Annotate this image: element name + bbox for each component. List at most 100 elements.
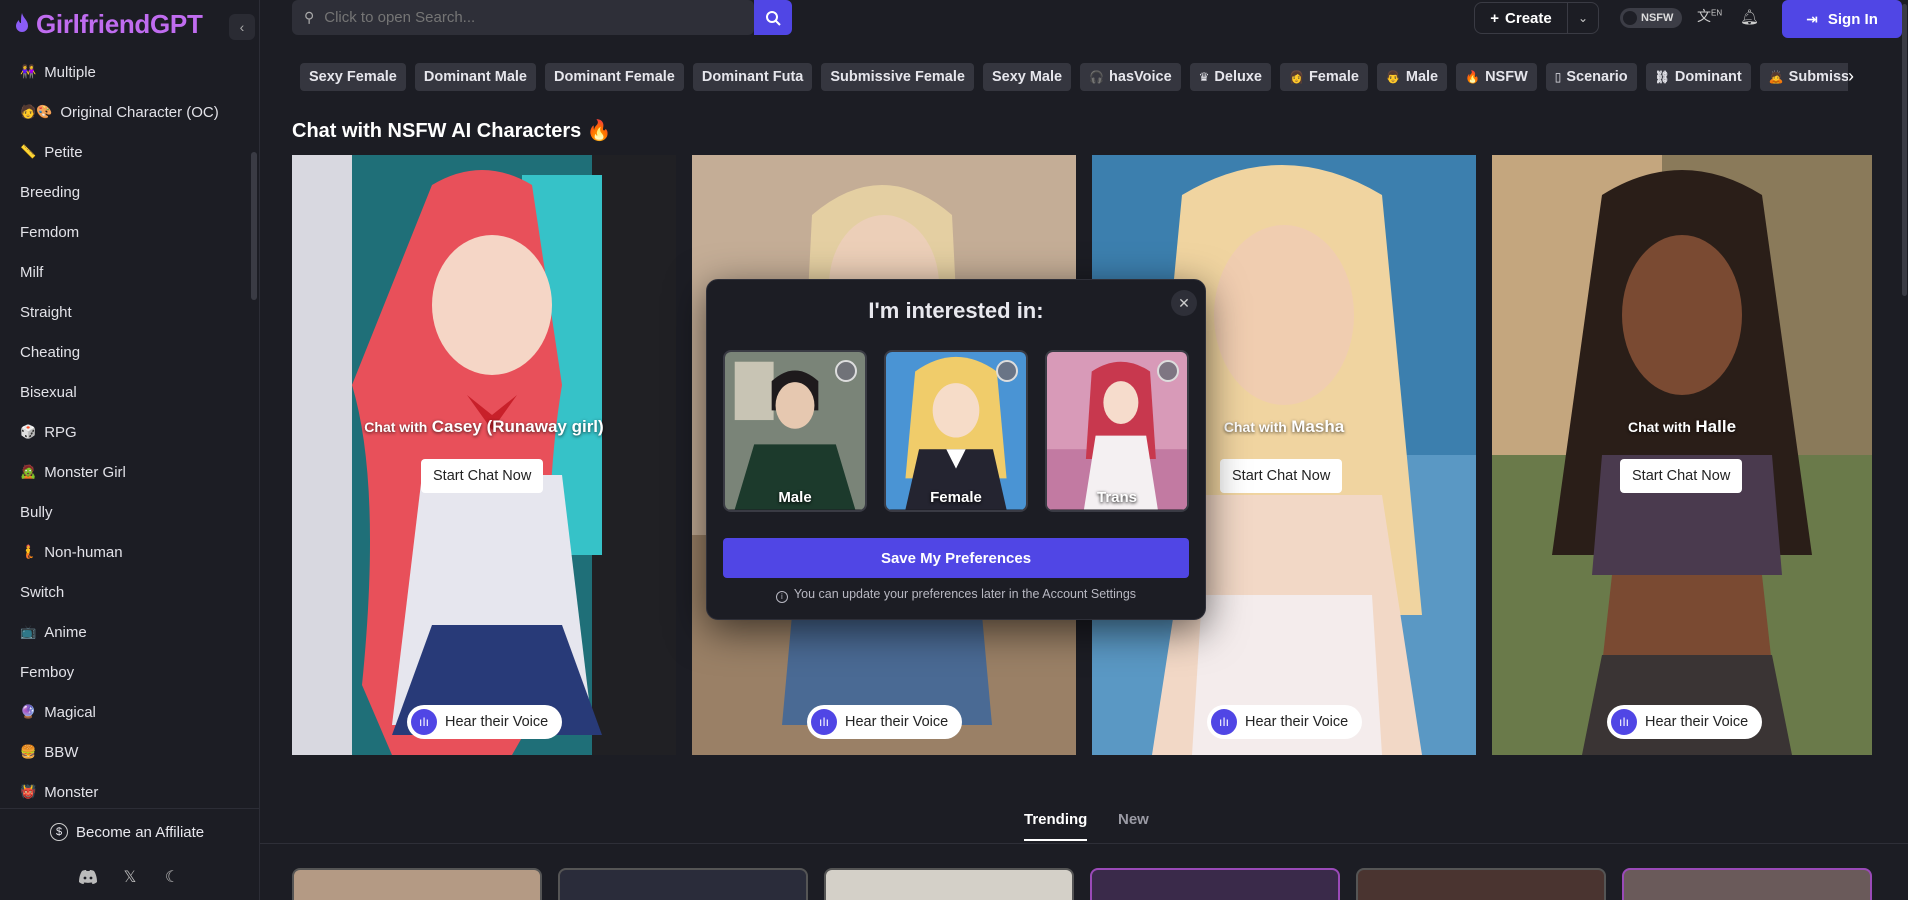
sidebar-item-breeding[interactable]: Breeding [0, 172, 252, 212]
tag-submissive[interactable]: 🙇 Submissive [1759, 63, 1848, 91]
sidebar-item-milf[interactable]: Milf [0, 252, 252, 292]
page-scrollbar[interactable] [1902, 4, 1907, 296]
category-emoji-icon: 📺 [20, 624, 37, 639]
tag-dominant[interactable]: ⛓ Dominant [1645, 63, 1751, 91]
hear-voice-label: Hear their Voice [845, 714, 949, 730]
sidebar-item-label: Monster Girl [44, 463, 126, 481]
plus-icon: + [1490, 9, 1500, 27]
sidebar-item-switch[interactable]: Switch [0, 572, 252, 612]
translate-icon: 文 [1697, 8, 1711, 24]
tag-female[interactable]: 👩 Female [1279, 63, 1368, 91]
sidebar-item-bbw[interactable]: 🍔 BBW [0, 732, 252, 772]
create-dropdown-button[interactable]: ⌄ [1567, 2, 1599, 34]
tag-label: Sexy Male [991, 69, 1063, 85]
character-thumbnail[interactable] [1356, 868, 1606, 900]
tag-dominant-futa[interactable]: Dominant Futa [692, 63, 813, 91]
card-character-name: Halle [1695, 417, 1737, 436]
tag-deluxe[interactable]: ♛ Deluxe [1189, 63, 1271, 91]
character-thumbnail[interactable] [824, 868, 1074, 900]
tags-scroll-right-button[interactable]: › [1848, 66, 1854, 87]
notifications-button[interactable]: 🔔︎ [1740, 8, 1759, 26]
search-input[interactable] [324, 9, 725, 26]
character-thumbnail[interactable] [558, 868, 808, 900]
option-radio[interactable] [1157, 360, 1179, 382]
brand-logo[interactable]: GirlfriendGPT [12, 8, 203, 40]
hear-voice-button[interactable]: ıIı Hear their Voice [807, 705, 963, 739]
card-caption-prefix: Chat with [364, 419, 428, 435]
hear-voice-label: Hear their Voice [445, 714, 549, 730]
save-preferences-button[interactable]: Save My Preferences [723, 538, 1189, 578]
sidebar-item-femdom[interactable]: Femdom [0, 212, 252, 252]
close-modal-button[interactable]: ✕ [1171, 290, 1197, 316]
tab-trending[interactable]: Trending [1024, 811, 1088, 841]
sidebar-item-cheating[interactable]: Cheating [0, 332, 252, 372]
hear-voice-button[interactable]: ıIı Hear their Voice [407, 705, 563, 739]
sidebar-item-straight[interactable]: Straight [0, 292, 252, 332]
moon-icon[interactable]: ☾ [162, 867, 182, 887]
sidebar-item-non-human[interactable]: 🧜 Non-human [0, 532, 252, 572]
tag-sexy-male[interactable]: Sexy Male [982, 63, 1072, 91]
audio-wave-icon: ıIı [1211, 709, 1237, 735]
character-card-halle[interactable]: Chat with Halle Start Chat Now ıIı Hear … [1492, 155, 1872, 755]
sidebar-item-femboy[interactable]: Femboy [0, 652, 252, 692]
close-icon: ✕ [1178, 294, 1190, 311]
language-button[interactable]: 文EN [1697, 6, 1722, 26]
start-chat-button[interactable]: Start Chat Now [421, 459, 544, 493]
search-box[interactable]: ⚲ [292, 0, 754, 35]
card-caption-prefix: Chat with [1627, 419, 1691, 435]
search-button[interactable] [754, 0, 792, 35]
sidebar-item-bisexual[interactable]: Bisexual [0, 372, 252, 412]
start-chat-button[interactable]: Start Chat Now [1620, 459, 1743, 493]
tag-hasvoice[interactable]: 🎧 hasVoice [1080, 63, 1181, 91]
sidebar-item-rpg[interactable]: 🎲 RPG [0, 412, 252, 452]
tag-scenario[interactable]: ▯ Scenario [1545, 63, 1637, 91]
collapse-sidebar-button[interactable]: ‹ [229, 14, 255, 40]
tag-submissive-female[interactable]: Submissive Female [821, 63, 974, 91]
option-female[interactable]: Female [884, 350, 1028, 512]
sidebar-item-anime[interactable]: 📺 Anime [0, 612, 252, 652]
character-card-casey[interactable]: Chat with Casey (Runaway girl) Start Cha… [292, 155, 676, 755]
discord-icon[interactable] [78, 867, 98, 887]
sidebar-item-label: Cheating [20, 343, 81, 361]
sidebar-item-monster[interactable]: 👹 Monster [0, 772, 252, 807]
chevron-left-icon: ‹ [239, 19, 245, 35]
character-image [1492, 155, 1872, 755]
option-male[interactable]: Male [723, 350, 867, 512]
x-twitter-icon[interactable]: 𝕏 [120, 867, 140, 887]
sidebar-item-magical[interactable]: 🔮 Magical [0, 692, 252, 732]
sidebar-item-bully[interactable]: Bully [0, 492, 252, 532]
sign-in-button[interactable]: ⇥ Sign In [1782, 0, 1902, 38]
sidebar-item-monster-girl[interactable]: 🧟 Monster Girl [0, 452, 252, 492]
character-thumbnail[interactable] [1622, 868, 1872, 900]
sidebar-item-original-character-oc[interactable]: 🧑🎨 Original Character (OC) [0, 92, 252, 132]
sidebar-item-label: Monster [44, 783, 99, 801]
tag-emoji-icon: ▯ [1554, 70, 1562, 84]
hear-voice-button[interactable]: ıIı Hear their Voice [1607, 705, 1763, 739]
search-icon [766, 10, 781, 26]
create-button[interactable]: + Create [1474, 2, 1568, 34]
tag-nsfw[interactable]: 🔥 NSFW [1456, 63, 1537, 91]
option-radio[interactable] [835, 360, 857, 382]
character-thumbnail[interactable] [1090, 868, 1340, 900]
tag-male[interactable]: 👨 Male [1376, 63, 1448, 91]
sidebar-item-multiple[interactable]: 👭 Multiple [0, 52, 252, 92]
option-radio[interactable] [996, 360, 1018, 382]
tag-filter-bar: Sexy Female Dominant Male Dominant Female D… [300, 63, 1848, 91]
sidebar-item-petite[interactable]: 📏 Petite [0, 132, 252, 172]
sidebar-scrollbar[interactable] [251, 152, 257, 300]
tag-sexy-female[interactable]: Sexy Female [300, 63, 406, 91]
search-icon: ⚲ [304, 9, 315, 25]
sidebar-category-list: 👭 Multiple 🧑🎨 Original Character (OC) 📏 Petit… [0, 52, 252, 807]
tag-dominant-male[interactable]: Dominant Male [414, 63, 536, 91]
tab-new[interactable]: New [1118, 811, 1149, 828]
option-trans[interactable]: Trans [1045, 350, 1189, 512]
sidebar-item-label: Femdom [20, 223, 80, 241]
become-affiliate-link[interactable]: $ Become an Affiliate [50, 823, 204, 841]
hear-voice-button[interactable]: ıIı Hear their Voice [1207, 705, 1363, 739]
tag-dominant-female[interactable]: Dominant Female [545, 63, 684, 91]
category-emoji-icon: 🧑🎨 [20, 104, 53, 119]
character-thumbnail[interactable] [292, 868, 542, 900]
start-chat-button[interactable]: Start Chat Now [1220, 459, 1343, 493]
tag-label: Dominant [1674, 69, 1742, 85]
nsfw-toggle[interactable]: NSFW [1620, 8, 1682, 28]
